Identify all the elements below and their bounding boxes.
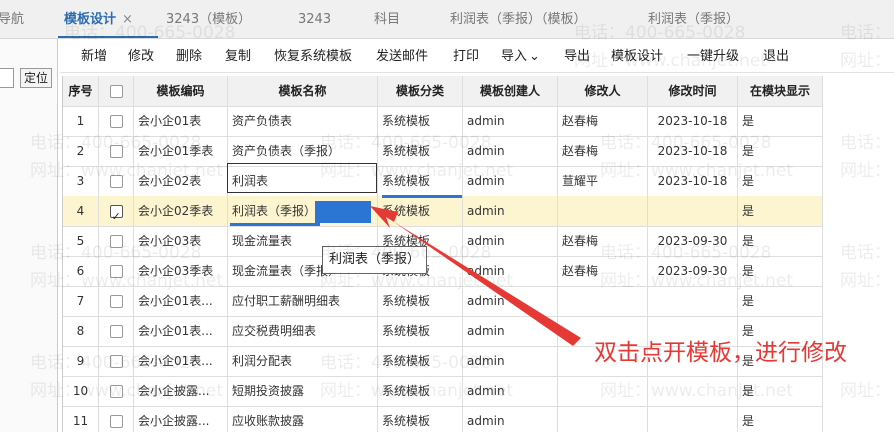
annotation-arrow-icon — [370, 206, 581, 346]
annotation-callout: 双击点开模板，进行修改 — [594, 340, 847, 366]
red-arrow — [370, 206, 581, 346]
